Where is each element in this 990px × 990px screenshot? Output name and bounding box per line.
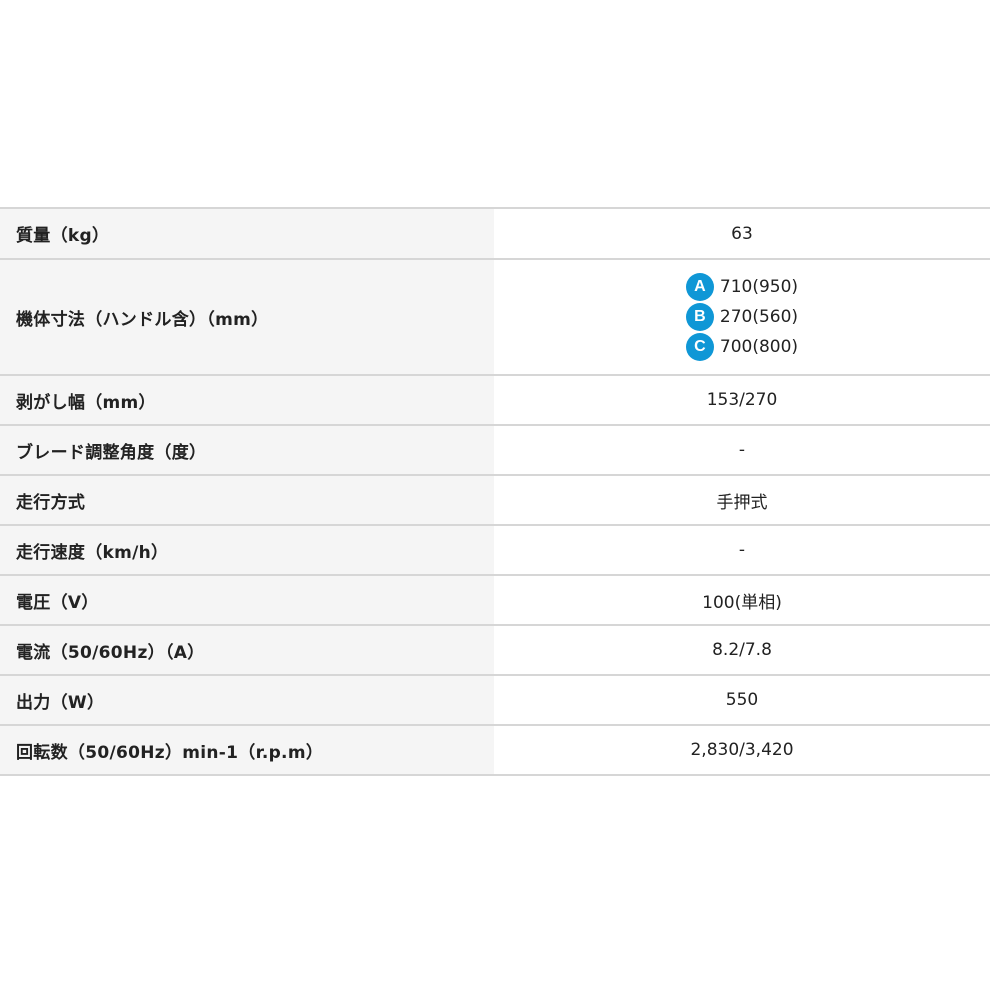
dimension-badge-c: C bbox=[685, 333, 714, 361]
spec-row-current: 電流（50/60Hz）（A） 8.2/7.8 bbox=[0, 626, 990, 676]
dimension-item: B 270(560) bbox=[685, 303, 799, 331]
dimension-value: 270(560) bbox=[719, 307, 799, 327]
spec-label: 機体寸法（ハンドル含）（mm） bbox=[0, 260, 494, 374]
dimension-item: A 710(950) bbox=[685, 273, 799, 301]
dimension-value: 700(800) bbox=[719, 337, 799, 357]
spec-label: 走行方式 bbox=[0, 476, 494, 524]
spec-row-rotation-speed: 回転数（50/60Hz）min-1（r.p.m） 2,830/3,420 bbox=[0, 726, 990, 776]
spec-value: 100(単相) bbox=[494, 576, 990, 624]
spec-value: 手押式 bbox=[494, 476, 990, 524]
dimension-badge-a: A bbox=[685, 273, 714, 301]
spec-row-blade-angle: ブレード調整角度（度） - bbox=[0, 426, 990, 476]
dimension-badge-b: B bbox=[685, 303, 714, 331]
spec-row-output: 出力（W） 550 bbox=[0, 676, 990, 726]
spec-row-drive-type: 走行方式 手押式 bbox=[0, 476, 990, 526]
spec-label: 質量（kg） bbox=[0, 209, 494, 258]
spec-row-weight: 質量（kg） 63 bbox=[0, 209, 990, 260]
spec-value: 550 bbox=[494, 676, 990, 724]
spec-value: 153/270 bbox=[494, 376, 990, 424]
spec-row-travel-speed: 走行速度（km/h） - bbox=[0, 526, 990, 576]
spec-label: 回転数（50/60Hz）min-1（r.p.m） bbox=[0, 726, 494, 774]
spec-value: 2,830/3,420 bbox=[494, 726, 990, 774]
spec-row-dimensions: 機体寸法（ハンドル含）（mm） A 710(950) B 270(560) C … bbox=[0, 260, 990, 376]
spec-table: 質量（kg） 63 機体寸法（ハンドル含）（mm） A 710(950) B 2… bbox=[0, 207, 990, 776]
spec-value: - bbox=[494, 426, 990, 474]
spec-label: 剥がし幅（mm） bbox=[0, 376, 494, 424]
spec-value: A 710(950) B 270(560) C 700(800) bbox=[494, 260, 990, 374]
spec-row-voltage: 電圧（V） 100(単相) bbox=[0, 576, 990, 626]
spec-row-peel-width: 剥がし幅（mm） 153/270 bbox=[0, 376, 990, 426]
dimension-item: C 700(800) bbox=[685, 333, 799, 361]
spec-label: 電流（50/60Hz）（A） bbox=[0, 626, 494, 674]
spec-value: 63 bbox=[494, 209, 990, 258]
spec-label: 電圧（V） bbox=[0, 576, 494, 624]
spec-label: 出力（W） bbox=[0, 676, 494, 724]
spec-label: ブレード調整角度（度） bbox=[0, 426, 494, 474]
spec-value: 8.2/7.8 bbox=[494, 626, 990, 674]
spec-value: - bbox=[494, 526, 990, 574]
dimension-list: A 710(950) B 270(560) C 700(800) bbox=[685, 273, 799, 361]
spec-label: 走行速度（km/h） bbox=[0, 526, 494, 574]
dimension-value: 710(950) bbox=[719, 277, 799, 297]
